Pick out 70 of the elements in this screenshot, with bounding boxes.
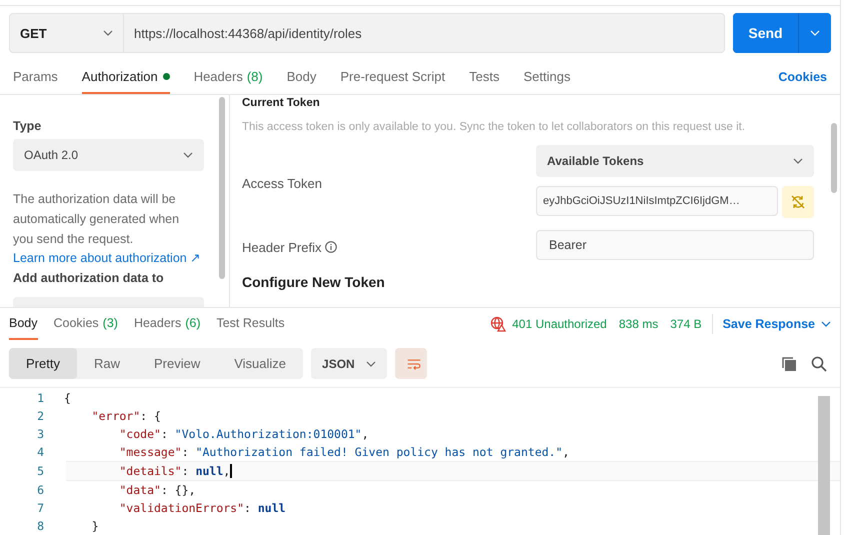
line-number: 5: [36, 464, 45, 478]
section-title: Configure New Token: [242, 274, 386, 290]
access-token-label: Access Token: [242, 175, 323, 193]
view-mode-button[interactable]: Visualize: [217, 348, 304, 379]
line-number: 6: [36, 483, 45, 497]
info-icon: [325, 241, 338, 253]
type-label: Type: [13, 119, 42, 133]
chevron-down-icon: [793, 158, 803, 164]
learn-more-link[interactable]: Learn more about authorization ↗: [13, 249, 204, 267]
chevron-down-icon: [821, 321, 831, 327]
line-number: 3: [36, 427, 45, 441]
format-dropdown[interactable]: JSON: [311, 348, 388, 379]
line-number: 2: [36, 409, 45, 423]
auth-type-dropdown[interactable]: OAuth 2.0: [13, 139, 204, 171]
access-token-field[interactable]: eyJhbGciOiJSUzI1NiIsImtpZCI6IjdGM…: [536, 186, 778, 216]
sync-button[interactable]: [782, 186, 814, 218]
view-mode-button[interactable]: Preview: [136, 348, 218, 379]
header-prefix-label: Header Prefix: [242, 240, 322, 254]
request-tab[interactable]: Headers (8): [194, 60, 263, 94]
chevron-down-icon: [183, 152, 193, 158]
response-tab[interactable]: Cookies (3): [54, 308, 118, 340]
header-prefix-field[interactable]: Bearer: [536, 230, 814, 260]
line-number: 8: [36, 519, 45, 533]
line-number: 7: [36, 501, 45, 515]
request-tab[interactable]: Params: [13, 60, 58, 94]
section-title: Current Token: [242, 97, 321, 109]
search-icon[interactable]: [811, 356, 827, 372]
code-line: "validationErrors": null: [118, 501, 286, 515]
view-mode-button[interactable]: Raw: [76, 348, 137, 379]
save-response-button[interactable]: Save Response: [720, 308, 827, 340]
scrollbar[interactable]: [818, 396, 830, 535]
method-dropdown[interactable]: GET: [9, 13, 124, 53]
status-code: 401 Unauthorized: [512, 317, 607, 331]
available-tokens-dropdown[interactable]: Available Tokens: [536, 145, 814, 177]
code-line: "code": "Volo.Authorization:010001",: [118, 427, 369, 441]
line-number: 4: [36, 445, 45, 459]
response-tab[interactable]: Headers (6): [134, 308, 200, 340]
add-auth-label: Add authorization data to: [13, 271, 165, 285]
url-field[interactable]: https://localhost:44368/api/identity/roles: [124, 13, 725, 53]
code-line: "error": {: [90, 409, 161, 423]
line-number: 1: [36, 391, 45, 405]
code-line: "details": null,: [118, 464, 232, 478]
code-line: }: [90, 519, 99, 533]
cookies-link[interactable]: Cookies: [778, 70, 827, 84]
response-time: 838 ms: [618, 317, 658, 331]
request-tab[interactable]: Body: [286, 60, 316, 94]
response-tab[interactable]: Body: [9, 308, 38, 340]
request-tab[interactable]: Tests: [469, 60, 500, 94]
sync-off-icon: [790, 194, 806, 210]
request-tab[interactable]: Pre-request Script: [340, 60, 446, 94]
scrollbar[interactable]: [219, 97, 225, 279]
scrollbar[interactable]: [831, 123, 837, 193]
request-tab[interactable]: Authorization: [82, 60, 170, 94]
code-line: {: [64, 391, 71, 405]
chevron-down-icon: [366, 360, 376, 366]
code-line: "message": "Authorization failed! Given policy has not granted.",: [118, 445, 570, 459]
wrap-lines-icon: [407, 356, 422, 370]
send-button[interactable]: Send: [733, 13, 799, 53]
chevron-down-icon: [810, 30, 820, 36]
token-note: This access token is only available to you. Sync the token to let collaborators on this request use it.: [242, 121, 746, 133]
globe-warning-icon: [490, 316, 506, 332]
response-tab[interactable]: Test Results: [216, 308, 285, 340]
request-tab[interactable]: Settings: [523, 60, 570, 94]
chevron-down-icon: [103, 30, 113, 36]
wrap-lines-button[interactable]: [395, 348, 428, 379]
copy-icon[interactable]: [781, 356, 797, 372]
auth-description: The authorization data will be automatically generated when you send the request.: [13, 191, 180, 248]
response-size: 374 B: [670, 317, 702, 331]
view-mode-button[interactable]: Pretty: [9, 348, 77, 379]
code-line: "data": {},: [118, 483, 196, 497]
